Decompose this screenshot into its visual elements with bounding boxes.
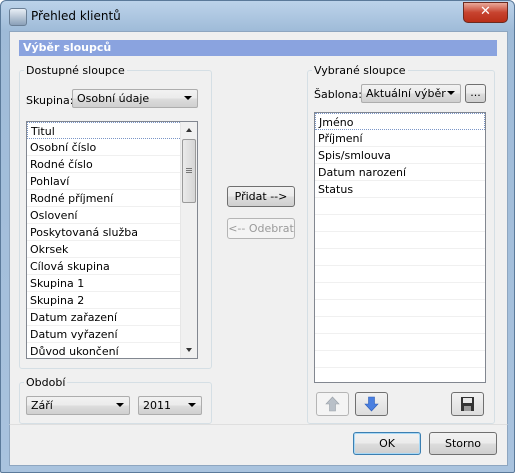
available-columns-list[interactable]: Titul Osobní číslo Rodné číslo Pohlaví Rodné… [26,121,198,359]
month-select-value: Září [31,399,53,412]
list-item[interactable]: Datum narození [315,164,485,181]
remove-column-button[interactable]: <-- Odebrat [227,218,295,239]
arrow-up-icon [325,396,340,412]
dialog-window: Přehled klientů ✕ Výběr sloupců Dostupné… [0,0,515,473]
move-up-button[interactable] [316,392,349,416]
empty-list-row[interactable] [315,317,485,334]
empty-list-row[interactable] [315,232,485,249]
chevron-down-icon [188,403,196,407]
cancel-button[interactable]: Storno [429,432,497,455]
available-columns-label: Dostupné sloupce [24,64,127,77]
year-select[interactable]: 2011 [138,396,202,415]
empty-list-row[interactable] [315,266,485,283]
selected-columns-list[interactable]: Jméno Příjmení Spis/smlouva Datum narození S… [314,112,486,383]
chevron-down-icon [116,403,124,407]
list-item[interactable]: Skupina 2 [27,292,182,309]
period-label: Období [24,376,68,389]
move-down-button[interactable] [355,392,388,416]
add-column-button[interactable]: Přidat --> [227,186,295,207]
section-header: Výběr sloupců [19,40,497,56]
scroll-up-icon[interactable] [186,128,192,132]
list-item[interactable]: Příjmení [315,130,485,147]
list-item[interactable]: Okrsek [27,241,182,258]
list-item[interactable]: Poskytovaná služba [27,224,182,241]
scroll-down-icon[interactable] [186,348,192,352]
empty-list-row[interactable] [315,215,485,232]
year-select-value: 2011 [143,399,171,412]
empty-list-row[interactable] [315,249,485,266]
arrow-down-icon [364,396,379,412]
floppy-disk-icon [461,397,474,411]
empty-list-row[interactable] [315,283,485,300]
template-browse-button[interactable]: ... [465,84,486,103]
list-item[interactable]: Jméno [315,113,485,130]
group-select-value: Osobní údaje [77,92,150,105]
list-item[interactable]: Cílová skupina [27,258,182,275]
chevron-down-icon [184,96,192,100]
chevron-down-icon [447,91,455,95]
available-list-scrollbar[interactable] [180,122,197,358]
list-item[interactable]: Datum zařazení [27,309,182,326]
template-label: Šablona: [314,88,362,101]
list-item[interactable]: Rodné číslo [27,156,182,173]
list-item[interactable]: Důvod ukončení [27,343,182,358]
list-item[interactable]: Datum vyřazení [27,326,182,343]
month-select[interactable]: Září [26,396,130,415]
group-select[interactable]: Osobní údaje [72,89,198,108]
footer-bar: OK Storno [9,424,508,466]
ok-button[interactable]: OK [353,432,421,455]
selected-columns-label: Vybrané sloupce [312,64,408,77]
list-item[interactable]: Status [315,181,485,198]
empty-list-row[interactable] [315,198,485,215]
empty-list-row[interactable] [315,334,485,351]
list-item[interactable]: Osobní číslo [27,139,182,156]
list-item[interactable]: Spis/smlouva [315,147,485,164]
empty-list-row[interactable] [315,300,485,317]
template-select-value: Aktuální výběr [366,87,446,100]
list-item[interactable]: Pohlaví [27,173,182,190]
template-select[interactable]: Aktuální výběr [361,84,461,103]
window-title: Přehled klientů [31,9,121,23]
group-field-label: Skupina: [26,94,74,107]
empty-list-row[interactable] [315,351,485,368]
list-item[interactable]: Rodné příjmení [27,190,182,207]
scroll-thumb[interactable] [182,139,196,203]
list-item[interactable]: Skupina 1 [27,275,182,292]
app-icon [9,8,27,26]
grip-icon [186,168,192,169]
dialog-body: Výběr sloupců Dostupné sloupce Skupina: … [9,31,508,426]
save-template-button[interactable] [451,392,484,416]
list-item[interactable]: Oslovení [27,207,182,224]
close-button[interactable]: ✕ [463,2,508,23]
title-bar[interactable]: Přehled klientů ✕ [1,1,514,31]
list-item[interactable]: Titul [27,122,182,139]
